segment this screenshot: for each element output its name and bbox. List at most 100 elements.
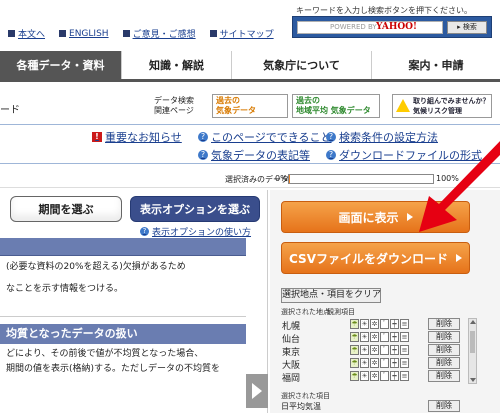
element-toggle-icon[interactable]: ﾞ xyxy=(380,345,389,355)
feedback-link[interactable]: ご意見・ご感想 xyxy=(122,27,196,40)
element-toggle-icon[interactable]: ☂ xyxy=(350,319,359,329)
section-header-1 xyxy=(0,238,246,256)
search-settings-link[interactable]: ? 検索条件の設定方法 xyxy=(326,129,438,145)
info-icon: ! xyxy=(92,132,102,142)
button-label: CSVファイルをダウンロード xyxy=(289,251,448,266)
link-label: 検索条件の設定方法 xyxy=(339,131,438,144)
english-link[interactable]: ENGLISH xyxy=(59,27,109,40)
element-toggle-icon[interactable]: ┿ xyxy=(390,319,399,329)
tab-data[interactable]: 各種データ・資料 xyxy=(0,51,122,79)
element-toggle-icons: ☂ ☀ ✲ ﾞ ┿ ≡ xyxy=(350,319,409,329)
element-toggle-icon[interactable]: ☂ xyxy=(350,332,359,342)
clear-selection-button[interactable]: 選択地点・項目をクリア xyxy=(281,288,381,303)
element-toggle-icon[interactable]: ﾞ xyxy=(380,358,389,368)
tab-knowledge[interactable]: 知識・解説 xyxy=(122,51,232,79)
element-toggle-icon[interactable]: ✲ xyxy=(370,358,379,368)
next-play-button[interactable] xyxy=(246,374,268,408)
element-toggle-icon[interactable]: ☀ xyxy=(360,358,369,368)
scroll-thumb[interactable] xyxy=(470,331,475,353)
question-icon: ? xyxy=(326,150,336,160)
skip-to-content-link[interactable]: 本文へ xyxy=(8,27,45,40)
options-help-link[interactable]: ? 表示オプションの使い方 xyxy=(140,225,251,238)
tab-guide[interactable]: 案内・申請 xyxy=(372,51,500,79)
main-nav: 各種データ・資料 知識・解説 気象庁について 案内・申請 xyxy=(0,51,500,82)
delete-station-button[interactable]: 削除 xyxy=(428,357,460,369)
element-toggle-icon[interactable]: ☂ xyxy=(350,345,359,355)
question-icon: ? xyxy=(326,132,336,142)
delete-station-button[interactable]: 削除 xyxy=(428,344,460,356)
search-button[interactable]: ▸ 検索 xyxy=(447,21,487,34)
element-toggle-icon[interactable]: ☂ xyxy=(350,371,359,381)
element-toggle-icon[interactable]: ﾞ xyxy=(380,371,389,381)
banner-line2: 気象データ xyxy=(216,106,256,115)
station-row: 仙台 ☂ ☀ ✲ ﾞ ┿ ≡ 削除 xyxy=(278,331,468,345)
element-toggle-icon[interactable]: ☀ xyxy=(360,332,369,342)
element-toggle-icon[interactable]: ≡ xyxy=(400,371,409,381)
site-search: POWERED BY YAHOO! ▸ 検索 xyxy=(292,16,492,38)
yahoo-logo: YAHOO! xyxy=(376,22,417,32)
element-toggle-icon[interactable]: ≡ xyxy=(400,358,409,368)
element-toggle-icon[interactable]: ┿ xyxy=(390,371,399,381)
csv-download-button[interactable]: CSVファイルをダウンロード xyxy=(281,242,470,274)
element-toggle-icon[interactable]: ┿ xyxy=(390,332,399,342)
element-toggle-icon[interactable]: ≡ xyxy=(400,319,409,329)
element-toggle-icon[interactable]: ﾞ xyxy=(380,319,389,329)
banner-line1: 過去の xyxy=(296,96,320,105)
link-label: 重要なお知らせ xyxy=(105,131,182,144)
what-you-can-do-link[interactable]: ? このページでできること xyxy=(198,129,332,145)
element-toggle-icon[interactable]: ≡ xyxy=(400,345,409,355)
link-label: 本文へ xyxy=(18,30,46,40)
element-toggle-icon[interactable]: ┿ xyxy=(390,358,399,368)
element-toggle-icon[interactable]: ☀ xyxy=(360,345,369,355)
related-label-line2: 関連ページ xyxy=(154,106,194,115)
selected-items-header: 選択された項目 xyxy=(281,392,330,400)
element-toggle-icon[interactable]: ✲ xyxy=(370,345,379,355)
play-icon xyxy=(252,383,262,399)
search-input[interactable]: POWERED BY YAHOO! xyxy=(297,21,443,34)
select-options-button[interactable]: 表示オプションを選ぶ xyxy=(130,196,260,222)
tab-about[interactable]: 気象庁について xyxy=(232,51,372,79)
link-label: 気象データの表記等 xyxy=(211,149,310,162)
banner-line1: 取り組んでみませんか？ xyxy=(413,97,490,105)
data-notation-link[interactable]: ? 気象データの表記等 xyxy=(198,147,310,163)
square-bullet-icon xyxy=(122,30,130,37)
past-weather-data-banner[interactable]: 過去の 気象データ xyxy=(212,94,288,118)
download-format-link[interactable]: ? ダウンロードファイルの形式 xyxy=(326,147,482,163)
element-toggle-icon[interactable]: ☀ xyxy=(360,371,369,381)
station-list-scrollbar[interactable] xyxy=(468,318,477,384)
square-bullet-icon xyxy=(59,30,67,37)
delete-station-button[interactable]: 削除 xyxy=(428,318,460,330)
important-notice-link[interactable]: ! 重要なお知らせ xyxy=(92,129,182,145)
action-panel: 画面に表示 CSVファイルをダウンロード 選択地点・項目をクリア 選択された地点… xyxy=(270,190,500,413)
element-toggle-icon[interactable]: ✲ xyxy=(370,319,379,329)
element-toggle-icon[interactable]: ✲ xyxy=(370,332,379,342)
selected-stations-list: 札幌 ☂ ☀ ✲ ﾞ ┿ ≡ 削除 仙台 ☂ ☀ ✲ ﾞ ┿ ≡ 削除 東京 ☂ ☀ ✲ ﾞ ┿ ≡ 削除 大阪 ☂ ☀ ✲ ﾞ ┿ ≡ 削除… xyxy=(278,318,468,384)
show-on-screen-button[interactable]: 画面に表示 xyxy=(281,201,470,233)
element-toggle-icon[interactable]: ┿ xyxy=(390,345,399,355)
element-toggle-icon[interactable]: ≡ xyxy=(400,332,409,342)
station-row: 大阪 ☂ ☀ ✲ ﾞ ┿ ≡ 削除 xyxy=(278,357,468,371)
delete-station-button[interactable]: 削除 xyxy=(428,331,460,343)
element-toggle-icons: ☂ ☀ ✲ ﾞ ┿ ≡ xyxy=(350,371,409,381)
scroll-down-icon[interactable] xyxy=(470,378,476,382)
element-toggle-icon[interactable]: ☂ xyxy=(350,358,359,368)
element-toggle-icon[interactable]: ☀ xyxy=(360,319,369,329)
question-icon: ? xyxy=(198,150,208,160)
scroll-up-icon[interactable] xyxy=(470,320,476,324)
related-label-line1: データ検索 xyxy=(154,96,194,105)
arrow-right-icon xyxy=(406,213,413,221)
banner-line2: 地域平均 気象データ xyxy=(296,106,371,115)
inhomogeneous-text-2: 期間の値を表示(格納)する。ただしデータの不均質を xyxy=(6,364,221,374)
element-toggle-icon[interactable]: ﾞ xyxy=(380,332,389,342)
link-label: 表示オプションの使い方 xyxy=(152,228,252,238)
sitemap-link[interactable]: サイトマップ xyxy=(209,27,274,40)
top-utility-bar: 本文へ ENGLISH ご意見・ご感想 サイトマップ キーワードを入力し検索ボタ… xyxy=(0,0,500,50)
element-toggle-icon[interactable]: ✲ xyxy=(370,371,379,381)
observation-items-header: 観測項目 xyxy=(327,308,355,316)
delete-station-button[interactable]: 削除 xyxy=(428,370,460,382)
regional-average-banner[interactable]: 過去の 地域平均 気象データ xyxy=(292,94,380,118)
select-period-button[interactable]: 期間を選ぶ xyxy=(10,196,122,222)
climate-risk-banner[interactable]: 取り組んでみませんか？ 気候リスク管理 xyxy=(392,94,492,118)
delete-item-button[interactable]: 削除 xyxy=(428,400,460,412)
progress-track xyxy=(288,174,434,184)
